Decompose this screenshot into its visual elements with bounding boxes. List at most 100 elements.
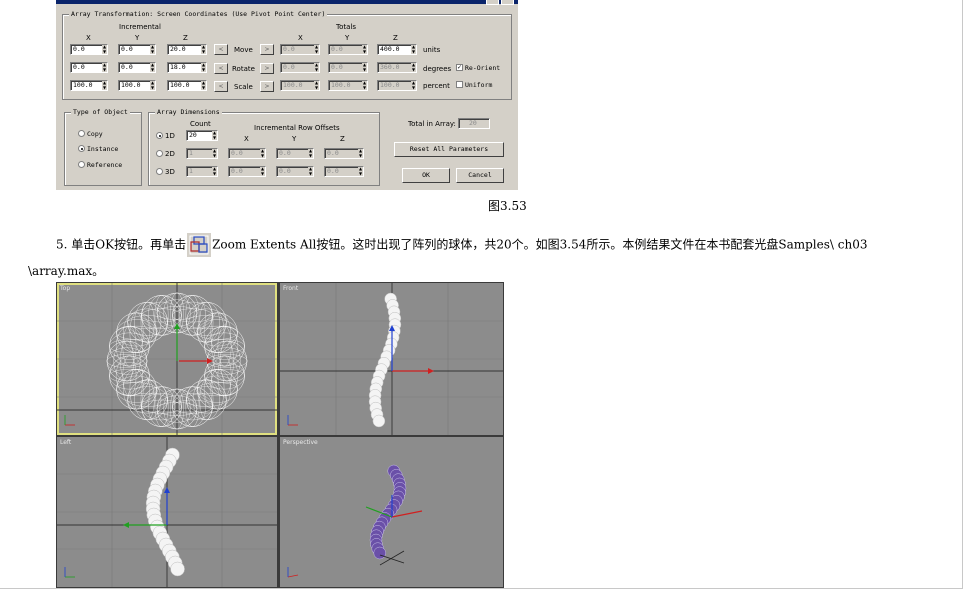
sphere-wire — [134, 379, 162, 421]
move-inc-x[interactable]: 0.0 ▲ ▼ — [70, 44, 108, 55]
sphere — [170, 561, 185, 577]
inc-y-header: Y — [135, 34, 140, 42]
units-label: units — [423, 46, 441, 54]
move-tot-x[interactable]: 0.0 ▲ ▼ — [280, 44, 320, 55]
uniform-checkbox[interactable] — [456, 81, 463, 88]
cancel-button[interactable]: Cancel — [456, 168, 504, 183]
move-tot-y[interactable]: 0.0 ▲ ▼ — [328, 44, 368, 55]
left-viewport[interactable]: Left — [57, 437, 277, 587]
1d-radio[interactable] — [156, 132, 163, 139]
instance-label: Instance — [87, 145, 119, 153]
tot-x-header: X — [298, 34, 303, 42]
scale-tot-x[interactable]: 100.0 ▲ ▼ — [280, 80, 320, 91]
help-button[interactable] — [486, 0, 499, 5]
sphere-wire — [148, 295, 176, 336]
paragraph-line-2: \array.max。 — [28, 264, 105, 278]
paragraph-line-1: 5. 单击OK按钮。再单击 Zoom Extents All按钮。这时出现了阵列… — [56, 233, 867, 257]
move-inc-y[interactable]: 0.0 ▲ ▼ — [118, 44, 156, 55]
offset-y-header: Y — [292, 135, 297, 143]
viewport-label-top: Top — [60, 285, 71, 292]
instance-radio[interactable] — [78, 145, 85, 152]
sphere-wire — [116, 325, 157, 340]
top-viewport-scene — [57, 283, 277, 435]
top-viewport[interactable]: Top — [57, 283, 277, 435]
close-button[interactable] — [501, 0, 514, 5]
front-viewport[interactable]: Front — [280, 283, 503, 435]
viewport-label-perspective: Perspective — [283, 439, 318, 446]
2d-radio[interactable] — [156, 150, 163, 157]
3d-offset-y[interactable]: 0.0 ▲ ▼ — [276, 166, 314, 177]
2d-offset-y[interactable]: 0.0 ▲ ▼ — [276, 148, 314, 159]
rotate-tot-z[interactable]: 360.0 ▲ ▼ — [377, 62, 417, 73]
scale-inc-z[interactable]: 100.0 ▲ ▼ — [167, 80, 207, 91]
1d-count[interactable]: 20 ▲ ▼ — [186, 130, 218, 141]
3d-offset-z[interactable]: 0.0 ▲ ▼ — [324, 166, 364, 177]
rotate-inc-x[interactable]: 0.0 ▲ ▼ — [70, 62, 108, 73]
3d-count[interactable]: 1 ▲ ▼ — [186, 166, 218, 177]
inc-x-header: X — [86, 34, 91, 42]
degrees-label: degrees — [423, 65, 452, 73]
offset-x-header: X — [244, 135, 249, 143]
scale-tot-z[interactable]: 100.0 ▲ ▼ — [377, 80, 417, 91]
row-offsets-label: Incremental Row Offsets — [254, 124, 340, 132]
rotate-left-arrow-button[interactable]: < — [214, 63, 228, 74]
totals-label: Totals — [336, 23, 356, 31]
total-in-array-label: Total in Array: — [408, 120, 456, 128]
perspective-viewport[interactable]: Perspective — [280, 437, 503, 587]
reorient-checkbox[interactable]: ✓ — [456, 64, 463, 71]
move-tot-z[interactable]: 400.0 ▲ ▼ — [377, 44, 417, 55]
incremental-label: Incremental — [119, 23, 161, 31]
sphere-wire — [197, 319, 238, 347]
sphere-wire — [109, 332, 150, 360]
scale-inc-y[interactable]: 100.0 ▲ ▼ — [118, 80, 156, 91]
count-label: Count — [190, 120, 211, 128]
sphere-wire — [204, 332, 245, 360]
scale-right-arrow-button[interactable]: > — [260, 81, 274, 92]
group-title: Type of Object — [71, 108, 130, 116]
viewport-label-front: Front — [283, 285, 299, 292]
rotate-inc-z[interactable]: 18.0 ▲ ▼ — [167, 62, 207, 73]
scale-inc-x[interactable]: 100.0 ▲ ▼ — [70, 80, 108, 91]
percent-label: percent — [423, 82, 450, 90]
offset-z-header: Z — [340, 135, 345, 143]
sphere-wire — [204, 362, 245, 390]
copy-label: Copy — [87, 130, 103, 138]
rotate-tot-x[interactable]: 0.0 ▲ ▼ — [280, 62, 320, 73]
group-title: Array Dimensions — [155, 108, 222, 116]
inc-z-header: Z — [183, 34, 188, 42]
left-viewport-scene — [57, 437, 277, 587]
2d-label: 2D — [165, 150, 175, 158]
reference-label: Reference — [87, 161, 123, 169]
perspective-viewport-scene — [287, 464, 423, 578]
rotate-label: Rotate — [232, 65, 255, 73]
zoom-extents-all-icon — [187, 233, 212, 257]
move-right-arrow-button[interactable]: > — [260, 44, 274, 55]
3d-radio[interactable] — [156, 168, 163, 175]
total-in-array-value: 20 — [458, 118, 490, 129]
scale-label: Scale — [234, 83, 253, 91]
sphere-wire — [192, 379, 220, 421]
3d-offset-x[interactable]: 0.0 ▲ ▼ — [228, 166, 266, 177]
move-left-arrow-button[interactable]: < — [214, 44, 228, 55]
sphere-wire — [197, 325, 238, 340]
2d-count[interactable]: 1 ▲ ▼ — [186, 148, 218, 159]
sphere-wire — [192, 301, 220, 343]
rotate-tot-y[interactable]: 0.0 ▲ ▼ — [328, 62, 368, 73]
rotate-inc-y[interactable]: 0.0 ▲ ▼ — [118, 62, 156, 73]
viewports-figure: Top Front Left Perspective — [56, 282, 504, 588]
2d-offset-x[interactable]: 0.0 ▲ ▼ — [228, 148, 266, 159]
sphere-wire — [197, 382, 238, 397]
2d-offset-z[interactable]: 0.0 ▲ ▼ — [324, 148, 364, 159]
1d-label: 1D — [165, 132, 175, 140]
ok-button[interactable]: OK — [402, 168, 450, 183]
move-inc-z[interactable]: 20.0 ▲ ▼ — [167, 44, 207, 55]
copy-radio[interactable] — [78, 130, 85, 137]
scale-left-arrow-button[interactable]: < — [214, 81, 228, 92]
scale-tot-y[interactable]: 100.0 ▲ ▼ — [328, 80, 368, 91]
sphere-wire — [178, 386, 206, 427]
sphere-wire — [178, 295, 206, 336]
reset-all-parameters-button[interactable]: Reset All Parameters — [394, 142, 504, 157]
reference-radio[interactable] — [78, 161, 85, 168]
rotate-right-arrow-button[interactable]: > — [260, 63, 274, 74]
move-label: Move — [234, 46, 253, 54]
